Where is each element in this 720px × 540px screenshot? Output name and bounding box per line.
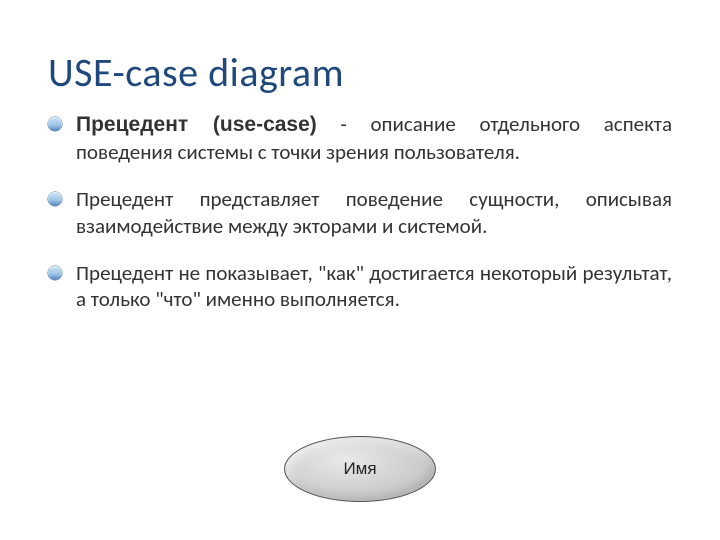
bullet-list: Прецедент (use-case) - описание отдельно… [48, 111, 672, 313]
bullet-item: Прецедент представляет поведение сущност… [48, 186, 672, 240]
usecase-ellipse: Имя [284, 436, 436, 502]
bullet-lead: Прецедент (use-case) [76, 113, 317, 136]
usecase-label: Имя [343, 459, 376, 479]
slide-title: USE-case diagram [48, 48, 672, 97]
usecase-figure: Имя [284, 436, 436, 502]
bullet-item: Прецедент не показывает, "как" достигает… [48, 260, 672, 314]
slide: USE-case diagram Прецедент (use-case) - … [0, 0, 720, 540]
bullet-text: Прецедент представляет поведение сущност… [76, 186, 672, 239]
bullet-text: Прецедент не показывает, "как" достигает… [76, 260, 672, 313]
bullet-item: Прецедент (use-case) - описание отдельно… [48, 111, 672, 166]
